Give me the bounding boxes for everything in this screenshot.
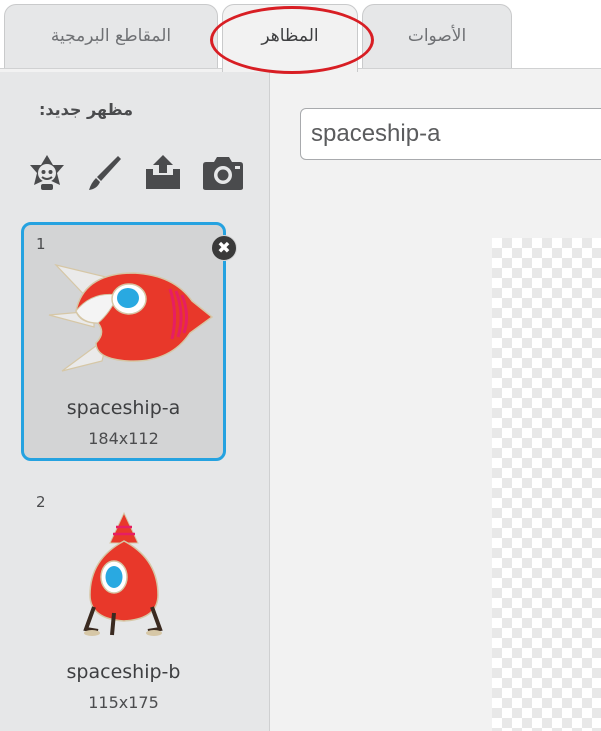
costume-item[interactable]: 2 spaceship-b 115x175 bbox=[21, 480, 226, 719]
costume-thumbnail bbox=[34, 253, 214, 383]
paint-canvas[interactable] bbox=[492, 238, 601, 731]
costume-editor bbox=[270, 72, 601, 731]
costume-number: 1 bbox=[36, 235, 46, 253]
tab-scripts[interactable]: المقاطع البرمجية bbox=[4, 4, 218, 68]
costume-list-panel: مظهر جديد: 1 ✖ spaceship-a 184x112 2 spa… bbox=[0, 72, 270, 731]
sprite-library-icon[interactable] bbox=[24, 152, 70, 194]
costume-size: 115x175 bbox=[88, 693, 159, 712]
paintbrush-icon[interactable] bbox=[82, 152, 128, 194]
tab-strip: المقاطع البرمجية المظاهر الأصوات bbox=[0, 0, 601, 74]
delete-costume-icon[interactable]: ✖ bbox=[211, 235, 237, 261]
costume-name: spaceship-b bbox=[66, 661, 181, 683]
costume-name-input[interactable] bbox=[300, 108, 601, 160]
camera-icon[interactable] bbox=[200, 152, 246, 194]
new-costume-tools bbox=[24, 152, 250, 194]
costume-size: 184x112 bbox=[88, 429, 159, 448]
tab-costumes[interactable]: المظاهر bbox=[222, 4, 358, 72]
costume-thumbnail bbox=[34, 511, 214, 641]
upload-icon[interactable] bbox=[140, 152, 186, 194]
costume-name: spaceship-a bbox=[66, 397, 181, 419]
costume-number: 2 bbox=[36, 493, 46, 511]
tab-sounds[interactable]: الأصوات bbox=[362, 4, 512, 68]
new-costume-label: مظهر جديد: bbox=[39, 100, 133, 119]
costume-item[interactable]: 1 ✖ spaceship-a 184x112 bbox=[21, 222, 237, 461]
